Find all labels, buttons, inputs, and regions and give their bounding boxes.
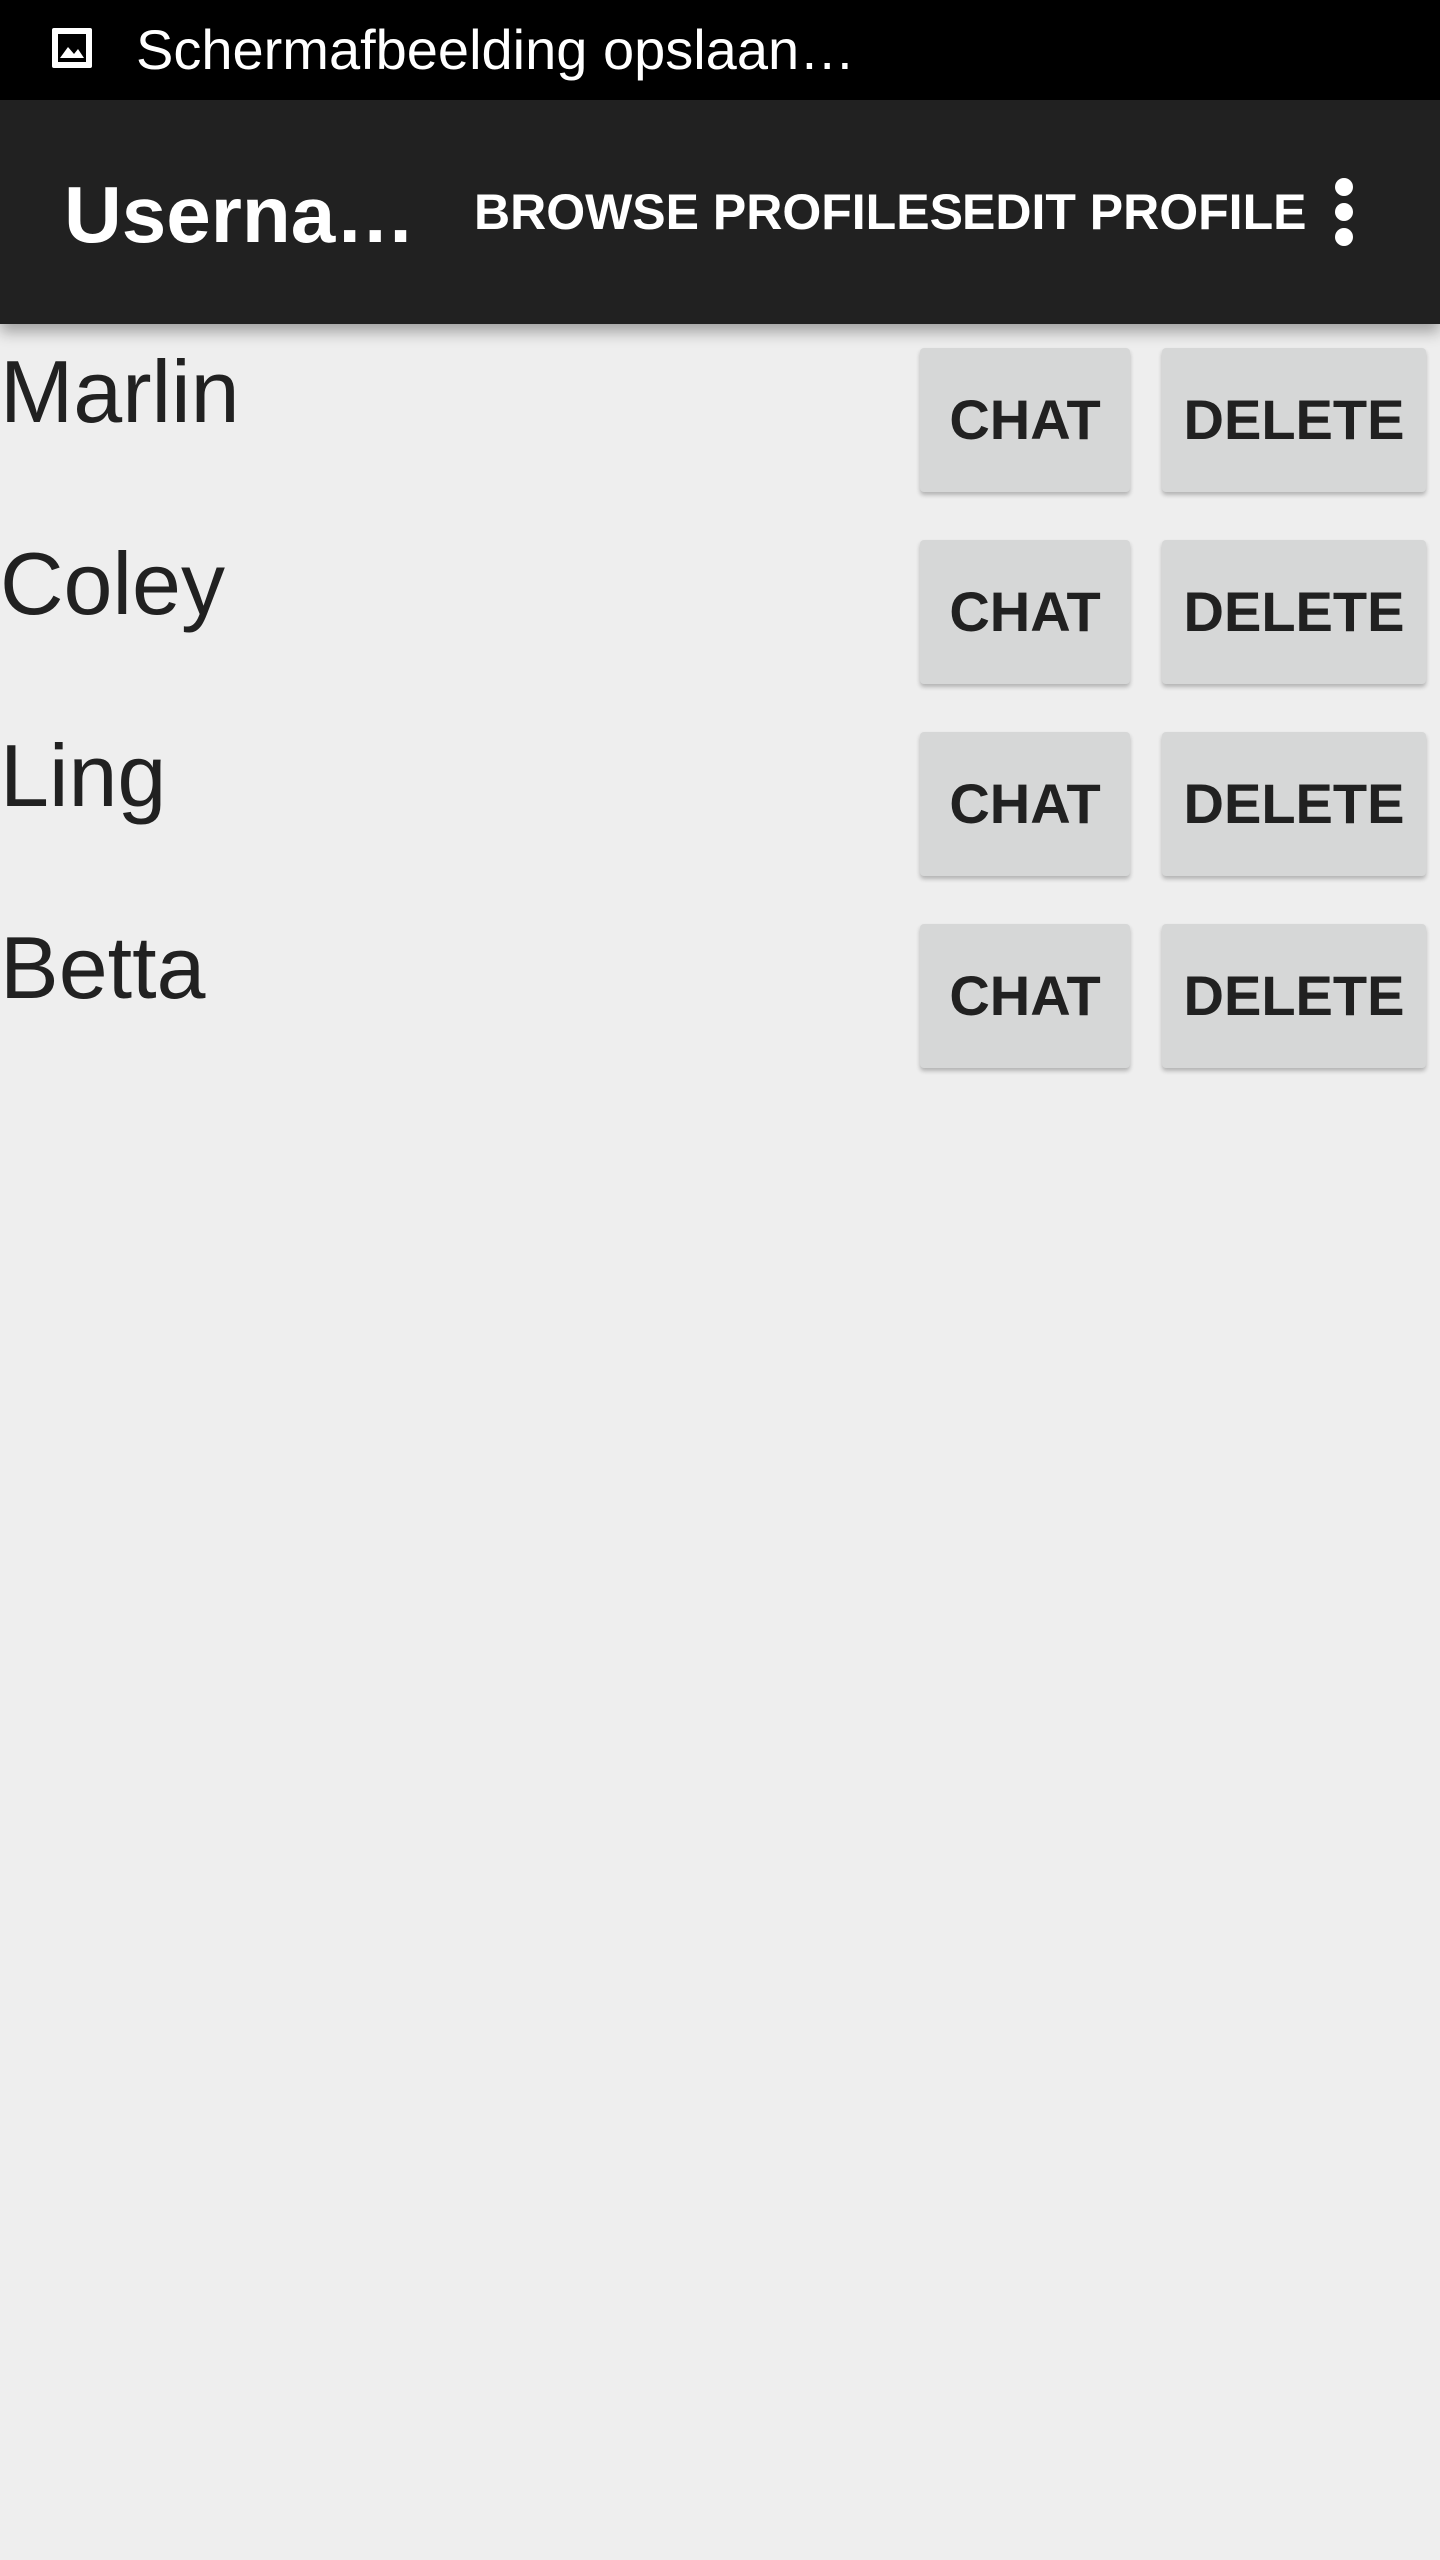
contact-name: Betta xyxy=(0,918,206,1017)
status-notification-text: Schermafbeelding opslaan… xyxy=(136,18,856,81)
more-vert-icon[interactable] xyxy=(1320,170,1368,254)
contact-name: Ling xyxy=(0,726,167,825)
delete-button[interactable]: DELETE xyxy=(1162,732,1426,876)
edit-profile-button[interactable]: EDIT PROFILE xyxy=(962,182,1306,242)
delete-button[interactable]: DELETE xyxy=(1162,924,1426,1068)
contact-row: Betta CHAT DELETE xyxy=(0,900,1440,1092)
delete-button[interactable]: DELETE xyxy=(1162,540,1426,684)
status-bar: Schermafbeelding opslaan… xyxy=(0,0,1440,100)
chat-button[interactable]: CHAT xyxy=(920,348,1130,492)
app-bar: Userna… BROWSE PROFILES EDIT PROFILE xyxy=(0,100,1440,324)
chat-button[interactable]: CHAT xyxy=(920,924,1130,1068)
image-icon xyxy=(52,28,92,68)
browse-profiles-button[interactable]: BROWSE PROFILES xyxy=(474,182,963,242)
contact-row: Coley CHAT DELETE xyxy=(0,516,1440,708)
chat-button[interactable]: CHAT xyxy=(920,732,1130,876)
delete-button[interactable]: DELETE xyxy=(1162,348,1426,492)
chat-button[interactable]: CHAT xyxy=(920,540,1130,684)
app-title: Userna… xyxy=(64,170,416,259)
contact-name: Marlin xyxy=(0,342,240,441)
contact-row: Marlin CHAT DELETE xyxy=(0,324,1440,516)
contact-name: Coley xyxy=(0,534,225,633)
contact-row: Ling CHAT DELETE xyxy=(0,708,1440,900)
contact-list: Marlin CHAT DELETE Coley CHAT DELETE Lin… xyxy=(0,324,1440,1092)
